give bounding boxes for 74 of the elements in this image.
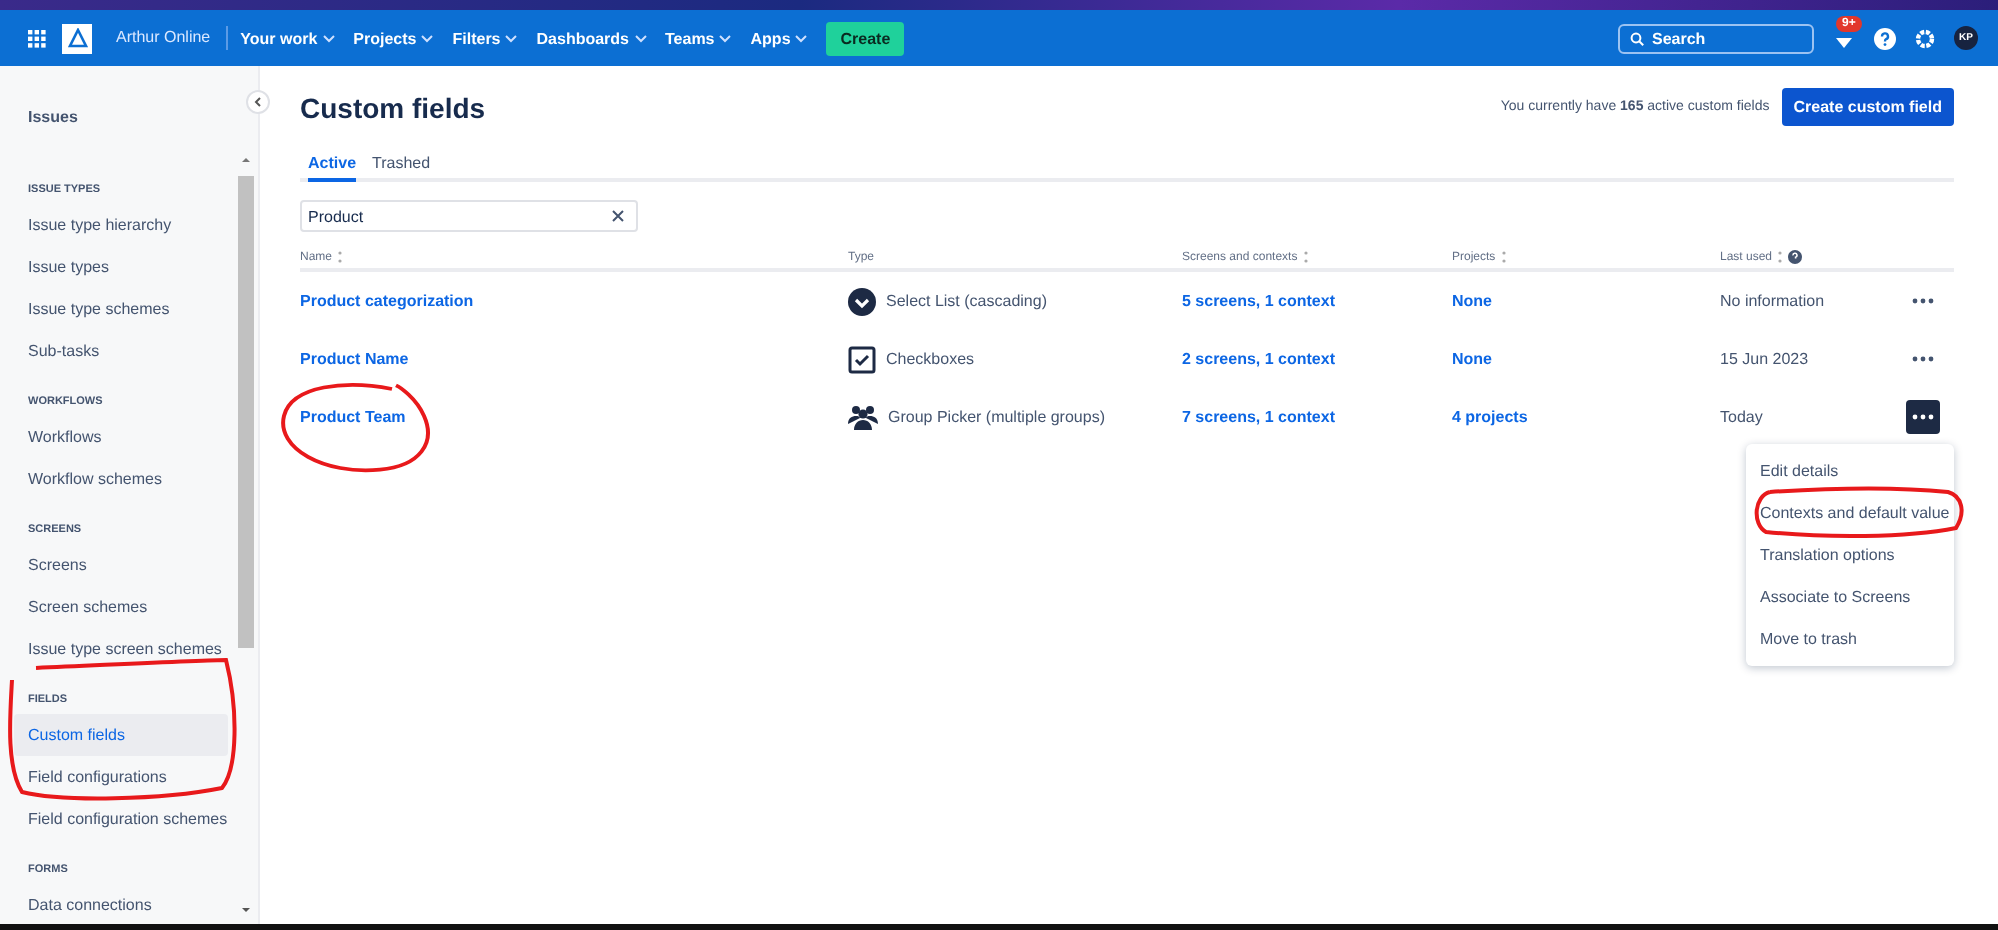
chevron-icon bbox=[504, 33, 519, 43]
more-icon bbox=[1912, 414, 1934, 420]
tab[interactable]: Trashed bbox=[372, 150, 431, 182]
field-name-link[interactable]: Product Team bbox=[300, 408, 406, 426]
nav-menu[interactable]: Your work bbox=[240, 29, 336, 47]
nav-menu[interactable]: Apps bbox=[750, 29, 809, 47]
filter-field[interactable]: Product bbox=[300, 200, 638, 232]
chevron-left-icon bbox=[254, 96, 262, 108]
more-icon bbox=[1912, 356, 1934, 362]
chevron-icon bbox=[420, 33, 435, 43]
help-icon[interactable] bbox=[1788, 250, 1803, 264]
sidebar-item[interactable]: Issue type screen schemes bbox=[14, 628, 228, 670]
create-custom-field-button[interactable]: Create custom field bbox=[1781, 88, 1954, 126]
scrollbar-thumb[interactable] bbox=[238, 176, 254, 648]
scroll-down-icon[interactable] bbox=[238, 906, 254, 916]
sidebar-title: Issues bbox=[28, 108, 80, 130]
screens-link[interactable]: 2 screens, 1 context bbox=[1182, 350, 1335, 368]
sidebar-item[interactable]: Workflow schemes bbox=[14, 458, 228, 500]
settings-icon[interactable] bbox=[1914, 27, 1936, 49]
menu-item[interactable]: Translation options bbox=[1746, 534, 1954, 576]
last-used-text: No information bbox=[1720, 292, 1825, 310]
field-name-link[interactable]: Product Name bbox=[300, 350, 409, 368]
sidebar-item[interactable]: Field configurations bbox=[14, 756, 228, 798]
chevron-icon bbox=[794, 33, 809, 43]
projects-link[interactable]: None bbox=[1452, 292, 1492, 310]
search-field[interactable]: Search bbox=[1618, 23, 1814, 53]
search-icon bbox=[1630, 31, 1644, 45]
collapse-button[interactable] bbox=[246, 90, 270, 114]
search-input[interactable]: Search bbox=[1652, 29, 1792, 47]
people-icon bbox=[848, 404, 878, 430]
create-button[interactable]: Create bbox=[826, 21, 905, 55]
checkbox-icon bbox=[848, 345, 876, 373]
nav-menu[interactable]: Projects bbox=[353, 29, 435, 47]
nav-menu[interactable]: Teams bbox=[665, 29, 733, 47]
sidebar-item[interactable]: Workflows bbox=[14, 416, 228, 458]
help-icon[interactable] bbox=[1874, 27, 1896, 49]
sidebar-item[interactable]: Sub-tasks bbox=[14, 330, 228, 372]
logo-icon[interactable] bbox=[62, 23, 92, 53]
last-used-text: 15 Jun 2023 bbox=[1720, 350, 1809, 368]
field-type: Select List (cascading) bbox=[886, 292, 1047, 310]
sidebar-item[interactable]: Screens bbox=[14, 544, 228, 586]
site-name[interactable]: Arthur Online bbox=[116, 26, 229, 50]
menu-item[interactable]: Edit details bbox=[1746, 450, 1954, 492]
screens-link[interactable]: 5 screens, 1 context bbox=[1182, 292, 1335, 310]
chevron-icon bbox=[718, 33, 733, 43]
dropdown-icon bbox=[848, 287, 876, 315]
menu-item[interactable]: Move to trash bbox=[1746, 618, 1954, 660]
nav-menu[interactable]: Dashboards bbox=[536, 29, 647, 47]
sidebar-item[interactable]: Field configuration schemes bbox=[14, 798, 228, 840]
field-name-link[interactable]: Product categorization bbox=[300, 292, 474, 310]
more-actions-button[interactable] bbox=[1906, 400, 1940, 434]
page-title: Custom fields bbox=[300, 91, 488, 123]
screens-link[interactable]: 7 screens, 1 context bbox=[1182, 408, 1335, 426]
field-type: Checkboxes bbox=[886, 350, 975, 368]
sidebar-item[interactable]: Issue type hierarchy bbox=[14, 204, 228, 246]
nav-menu[interactable]: Filters bbox=[452, 29, 519, 47]
sidebar-item[interactable]: Screen schemes bbox=[14, 586, 228, 628]
sidebar-item[interactable]: Issue types bbox=[14, 246, 228, 288]
projects-link[interactable]: None bbox=[1452, 350, 1492, 368]
menu-item[interactable]: Associate to Screens bbox=[1746, 576, 1954, 618]
sidebar-item[interactable]: Issue type schemes bbox=[14, 288, 228, 330]
chevron-icon bbox=[321, 33, 336, 43]
chevron-icon bbox=[633, 33, 647, 43]
last-used-text: Today bbox=[1720, 408, 1763, 426]
field-type: Group Picker (multiple groups) bbox=[888, 408, 1105, 426]
clear-icon[interactable] bbox=[612, 210, 624, 222]
more-icon bbox=[1912, 298, 1934, 304]
sidebar-item[interactable]: Custom fields bbox=[14, 714, 228, 756]
scroll-up-icon[interactable] bbox=[238, 154, 254, 164]
tab[interactable]: Active bbox=[308, 150, 357, 182]
sidebar-item[interactable]: Data connections bbox=[14, 884, 228, 926]
projects-link[interactable]: 4 projects bbox=[1452, 408, 1528, 426]
app-switcher-icon[interactable] bbox=[28, 29, 46, 47]
menu-item[interactable]: Contexts and default value bbox=[1746, 492, 1954, 534]
